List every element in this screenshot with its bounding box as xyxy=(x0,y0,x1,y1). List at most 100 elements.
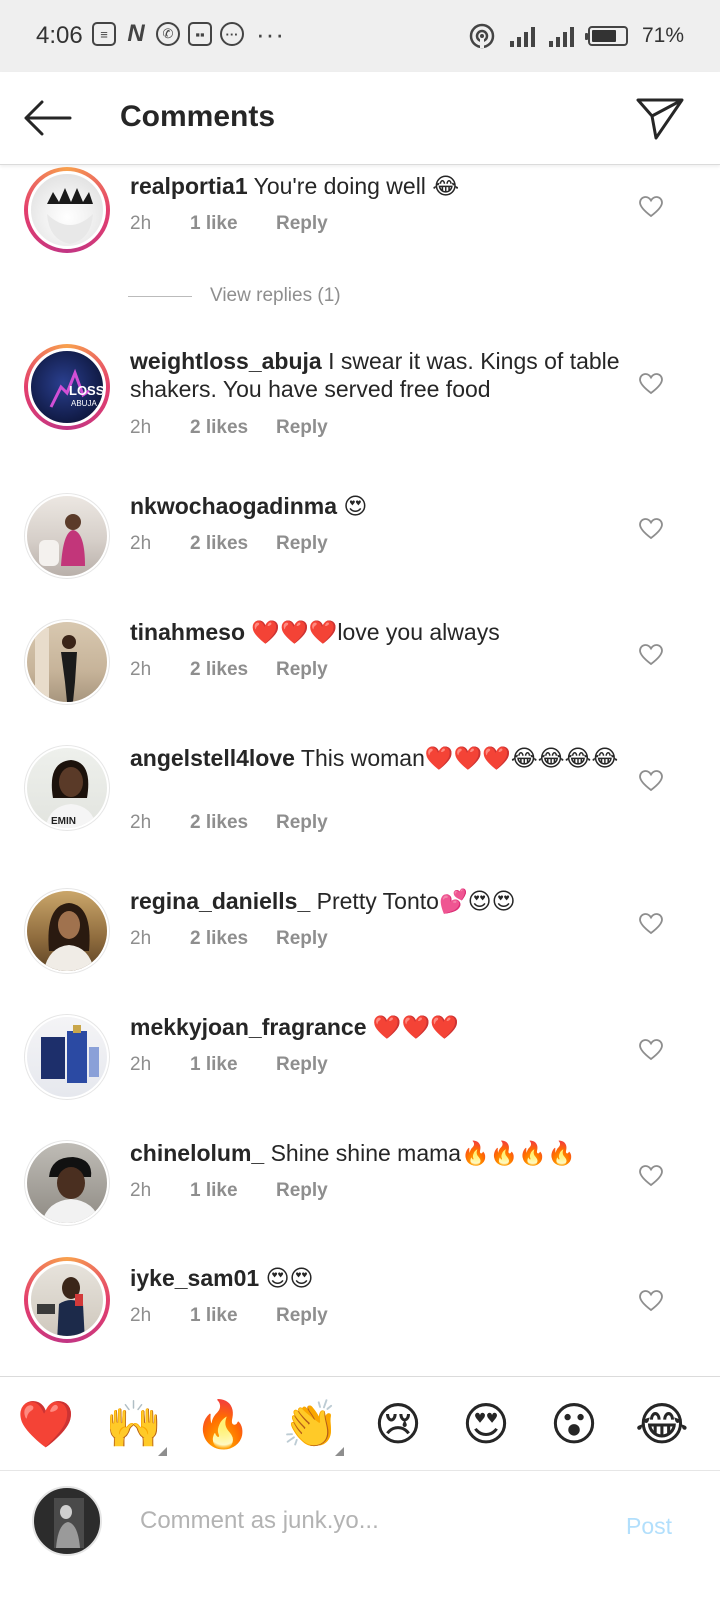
comment-body: ❤️❤️❤️ xyxy=(366,1014,459,1040)
post-button[interactable]: Post xyxy=(626,1513,672,1540)
emoji-crying[interactable]: 😢 xyxy=(370,1399,426,1449)
send-icon[interactable] xyxy=(634,94,686,142)
emoji-joy[interactable]: 😂 xyxy=(634,1399,690,1449)
heart-icon[interactable] xyxy=(638,1164,664,1188)
comment-username[interactable]: nkwochaogadinma xyxy=(130,493,337,519)
signal-icon xyxy=(509,25,535,47)
heart-icon[interactable] xyxy=(638,372,664,396)
comment-likes[interactable]: 2 likes xyxy=(190,533,276,555)
comment-meta: 2h 2 likes Reply xyxy=(130,417,328,439)
comment-time: 2h xyxy=(130,417,152,438)
comments-list[interactable]: realportia1 You're doing well 😂 2h 1 lik… xyxy=(0,165,720,1375)
emoji-variant-indicator xyxy=(158,1447,167,1456)
comment-username[interactable]: tinahmeso xyxy=(130,619,245,645)
comment-item: mekkyjoan_fragrance ❤️❤️❤️ 2h 1 like Rep… xyxy=(0,1006,720,1116)
chat-bubble-icon: ··· xyxy=(220,22,244,46)
header: Comments xyxy=(0,72,720,165)
reply-button[interactable]: Reply xyxy=(276,659,328,681)
comment-likes[interactable]: 1 like xyxy=(190,1305,276,1327)
comment-body: This woman❤️❤️❤️😂😂😂😂 xyxy=(294,745,619,771)
heart-icon[interactable] xyxy=(638,517,664,541)
comment-likes[interactable]: 2 likes xyxy=(190,928,276,950)
comment-likes[interactable]: 1 like xyxy=(190,213,276,235)
comment-username[interactable]: angelstell4love xyxy=(130,745,295,771)
back-arrow-icon[interactable] xyxy=(20,94,76,142)
emoji-raised-hands[interactable]: 🙌 xyxy=(105,1399,162,1449)
emoji-variant-indicator xyxy=(335,1447,344,1456)
heart-icon[interactable] xyxy=(638,912,664,936)
page-title: Comments xyxy=(120,100,276,133)
story-ring[interactable] xyxy=(24,167,110,253)
comment-username[interactable]: mekkyjoan_fragrance xyxy=(130,1014,367,1040)
comment-time: 2h xyxy=(130,928,152,949)
avatar-frame[interactable] xyxy=(24,888,110,974)
emoji-surprised[interactable]: 😮 xyxy=(546,1399,602,1449)
comment-text: chinelolum_ Shine shine mama🔥🔥🔥🔥 xyxy=(130,1139,625,1167)
comment-item: EMIN angelstell4love This woman❤️❤️❤️😂😂😂… xyxy=(0,737,720,867)
view-replies-button[interactable]: View replies (1) xyxy=(128,285,341,307)
status-bar: 4:06 ≡ N ✆ ▪▪ ··· ··· 71% xyxy=(0,0,720,72)
svg-text:LOSS: LOSS xyxy=(69,383,105,398)
comment-text: realportia1 You're doing well 😂 xyxy=(130,172,625,200)
battery-percent: 71% xyxy=(641,24,684,47)
comment-username[interactable]: realportia1 xyxy=(130,173,248,199)
comment-meta: 2h 2 likes Reply xyxy=(130,533,328,555)
reply-button[interactable]: Reply xyxy=(276,812,328,834)
comment-username[interactable]: weightloss_abuja xyxy=(130,348,322,374)
avatar xyxy=(28,171,106,249)
heart-icon[interactable] xyxy=(638,195,664,219)
comment-likes[interactable]: 1 like xyxy=(190,1180,276,1202)
comment-meta: 2h 2 likes Reply xyxy=(130,928,328,950)
emoji-heart[interactable]: ❤️ xyxy=(17,1399,74,1449)
reply-button[interactable]: Reply xyxy=(276,1054,328,1076)
comment-likes[interactable]: 1 like xyxy=(190,1054,276,1076)
reply-button[interactable]: Reply xyxy=(276,213,328,235)
comment-time: 2h xyxy=(130,213,152,234)
comment-text: weightloss_abuja I swear it was. Kings o… xyxy=(130,347,625,403)
avatar xyxy=(28,1261,106,1339)
comment-text: iyke_sam01 😍😍 xyxy=(130,1264,625,1292)
my-avatar xyxy=(32,1486,102,1556)
comment-time: 2h xyxy=(130,1054,152,1075)
comment-likes[interactable]: 2 likes xyxy=(190,659,276,681)
comment-input[interactable] xyxy=(140,1501,560,1541)
comment-body: 😍 xyxy=(337,493,368,519)
heart-icon[interactable] xyxy=(638,1289,664,1313)
avatar-frame[interactable]: EMIN xyxy=(24,745,110,831)
emoji-reaction-bar: ❤️ 🙌 🔥 👏 😢 😍 😮 😂 xyxy=(0,1376,720,1471)
emoji-heart-eyes[interactable]: 😍 xyxy=(458,1399,514,1449)
reply-button[interactable]: Reply xyxy=(276,1180,328,1202)
n-app-icon: N xyxy=(127,20,145,47)
comment-time: 2h xyxy=(130,1305,152,1326)
story-ring[interactable] xyxy=(24,1257,110,1343)
comment-username[interactable]: chinelolum_ xyxy=(130,1140,264,1166)
heart-icon[interactable] xyxy=(638,643,664,667)
comment-username[interactable]: regina_daniells_ xyxy=(130,888,310,914)
heart-icon[interactable] xyxy=(638,1038,664,1062)
comment-likes[interactable]: 2 likes xyxy=(190,812,276,834)
comment-text: tinahmeso ❤️❤️❤️love you always xyxy=(130,618,625,646)
comment-time: 2h xyxy=(130,533,152,554)
comment-time: 2h xyxy=(130,1180,152,1201)
comment-meta: 2h 1 like Reply xyxy=(130,1180,328,1202)
emoji-clap[interactable]: 👏 xyxy=(282,1399,339,1449)
divider xyxy=(128,295,192,297)
emoji-fire[interactable]: 🔥 xyxy=(194,1399,251,1449)
avatar-frame[interactable] xyxy=(24,493,110,579)
svg-text:EMIN: EMIN xyxy=(51,816,76,827)
reply-button[interactable]: Reply xyxy=(276,417,328,439)
comment-likes[interactable]: 2 likes xyxy=(190,417,276,439)
view-replies-label: View replies (1) xyxy=(210,285,341,306)
story-ring[interactable]: LOSS ABUJA xyxy=(24,344,110,430)
avatar-frame[interactable] xyxy=(24,1014,110,1100)
comment-username[interactable]: iyke_sam01 xyxy=(130,1265,259,1291)
reply-button[interactable]: Reply xyxy=(276,1305,328,1327)
comment-text: mekkyjoan_fragrance ❤️❤️❤️ xyxy=(130,1013,625,1041)
heart-icon[interactable] xyxy=(638,769,664,793)
comment-item: nkwochaogadinma 😍 2h 2 likes Reply xyxy=(0,485,720,595)
comment-meta: 2h 1 like Reply xyxy=(130,213,328,235)
reply-button[interactable]: Reply xyxy=(276,533,328,555)
avatar-frame[interactable] xyxy=(24,1140,110,1226)
avatar-frame[interactable] xyxy=(24,619,110,705)
reply-button[interactable]: Reply xyxy=(276,928,328,950)
